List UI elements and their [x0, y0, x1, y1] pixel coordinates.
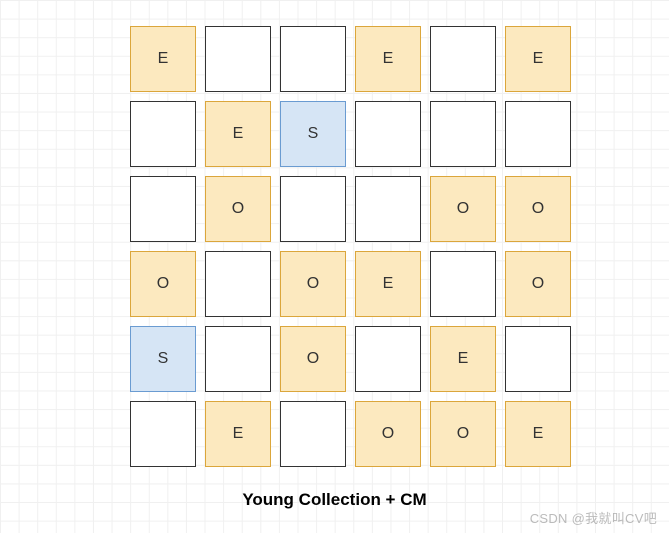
grid-cell: O — [280, 251, 346, 317]
grid-cell: E — [205, 401, 271, 467]
grid-cell: E — [355, 26, 421, 92]
grid-cell: O — [280, 326, 346, 392]
grid-cell — [280, 401, 346, 467]
grid-cell: S — [130, 326, 196, 392]
watermark-text: CSDN @我就叫CV吧 — [530, 508, 657, 527]
grid-cell — [130, 101, 196, 167]
grid-cell — [130, 401, 196, 467]
grid-cell — [205, 326, 271, 392]
grid-cell — [355, 176, 421, 242]
grid-cell: E — [130, 26, 196, 92]
grid-cell: O — [430, 401, 496, 467]
grid-cell — [505, 101, 571, 167]
grid-cell: O — [355, 401, 421, 467]
grid-cell — [355, 326, 421, 392]
grid-cell: S — [280, 101, 346, 167]
grid-cell: O — [505, 176, 571, 242]
grid-cell: E — [355, 251, 421, 317]
grid-cell: O — [430, 176, 496, 242]
grid-cell — [280, 176, 346, 242]
grid-cell — [205, 26, 271, 92]
grid-cell: E — [505, 401, 571, 467]
grid-cell: O — [130, 251, 196, 317]
diagram-title: Young Collection + CM — [0, 490, 669, 510]
grid-cell — [355, 101, 421, 167]
grid-cell: E — [430, 326, 496, 392]
grid-cell: O — [505, 251, 571, 317]
grid-cell: O — [205, 176, 271, 242]
grid-cell — [505, 326, 571, 392]
grid-cell — [130, 176, 196, 242]
grid-cell — [430, 101, 496, 167]
grid-cell — [430, 251, 496, 317]
grid-cell — [280, 26, 346, 92]
grid-cell — [205, 251, 271, 317]
grid-cell — [430, 26, 496, 92]
region-grid: EEEESOOOOOEOSOEEOOE — [130, 26, 571, 467]
grid-cell: E — [205, 101, 271, 167]
grid-cell: E — [505, 26, 571, 92]
